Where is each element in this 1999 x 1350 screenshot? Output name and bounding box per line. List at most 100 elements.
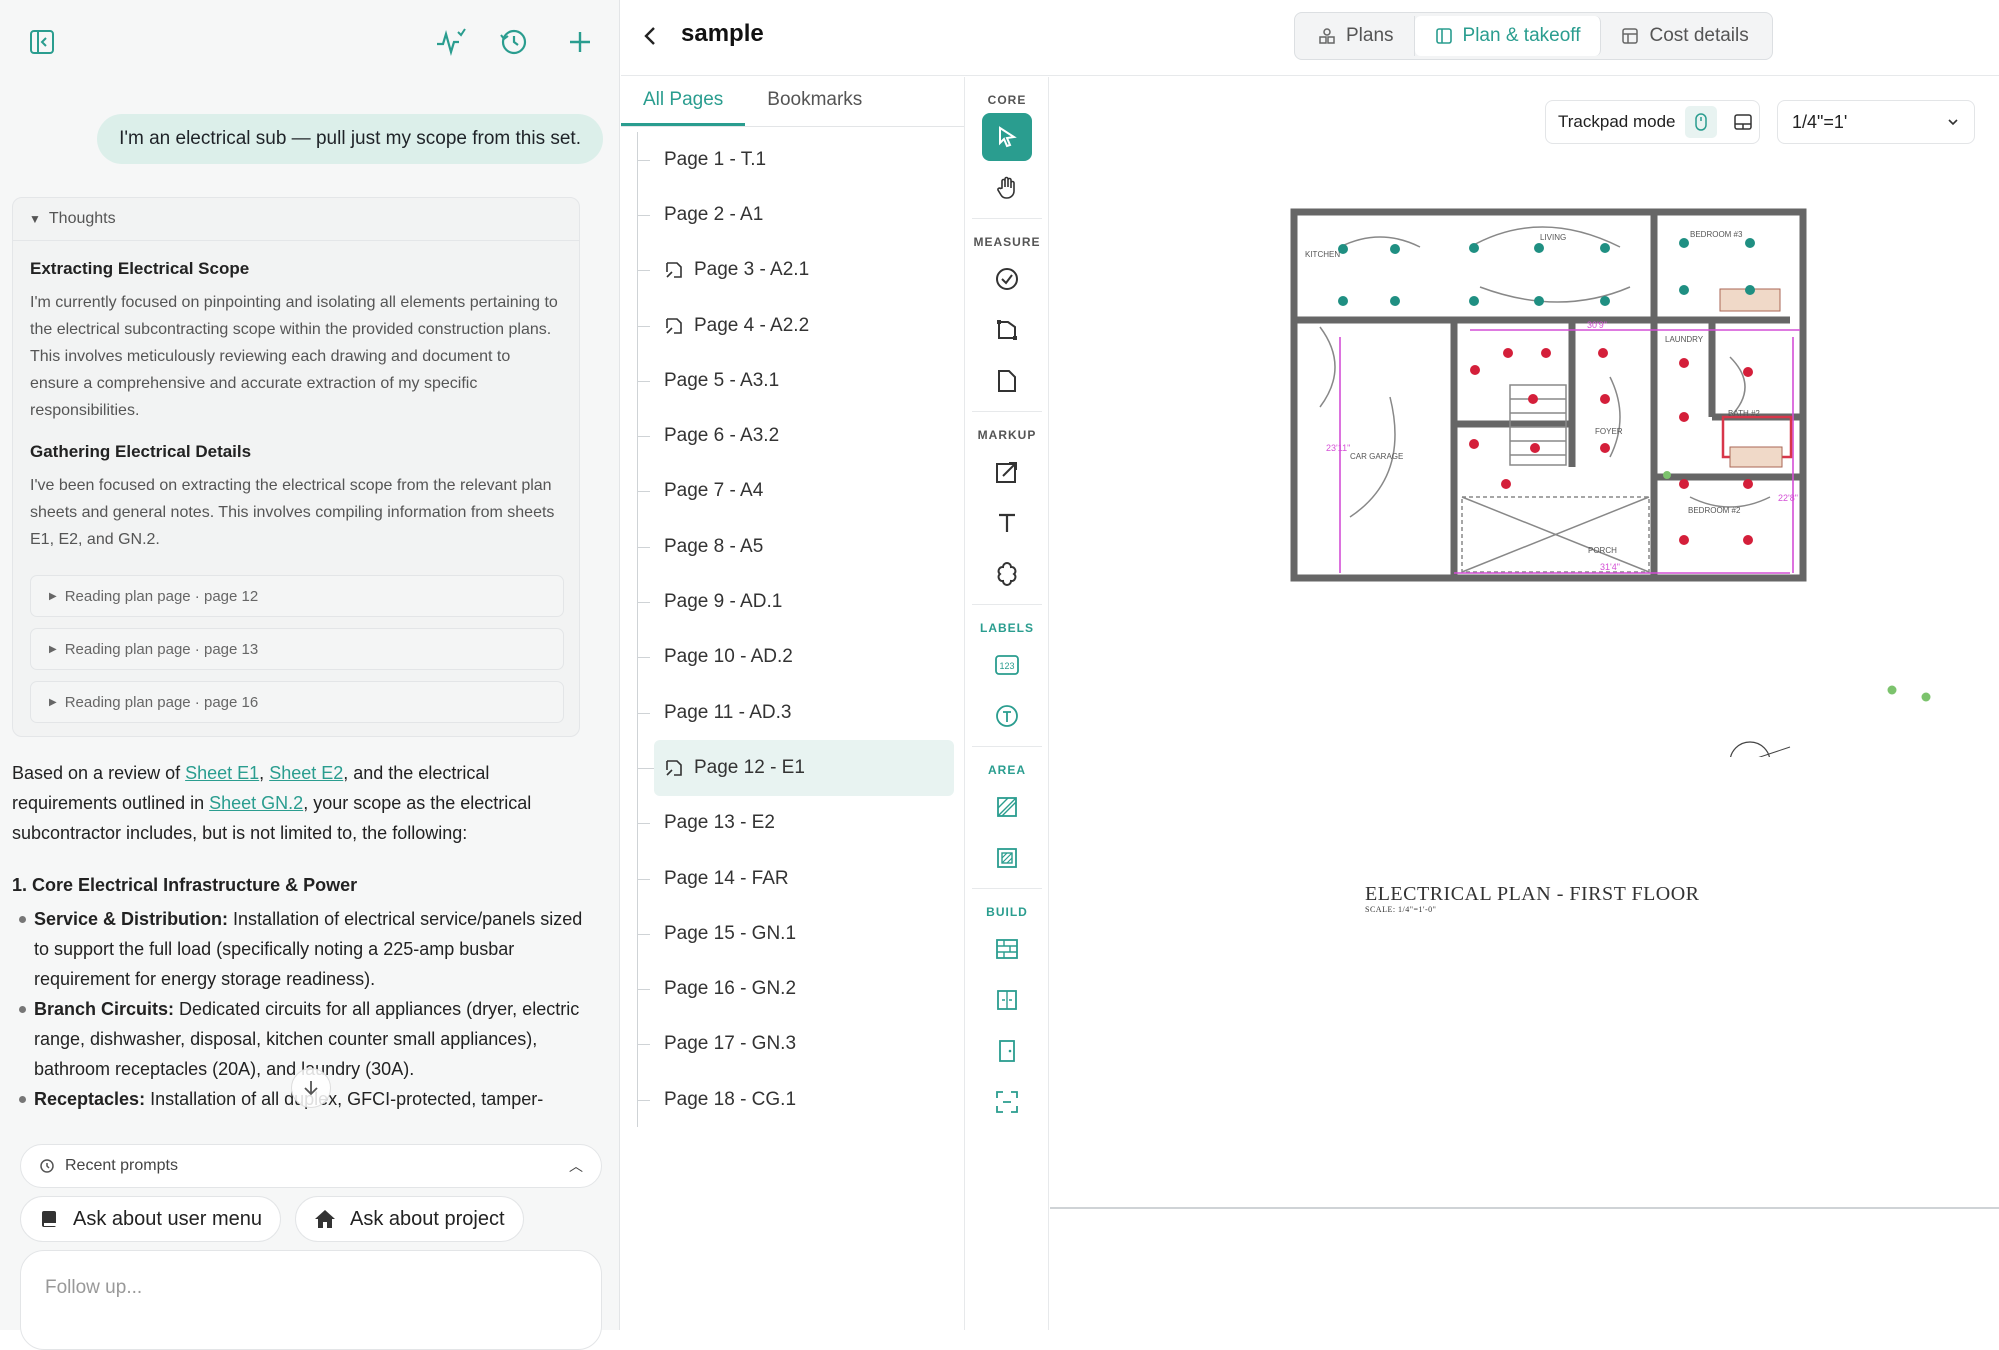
thoughts-toggle[interactable]: ▼ Thoughts [13,198,579,241]
area-measure-button[interactable] [982,357,1032,405]
back-button[interactable] [631,16,671,56]
pan-tool-button[interactable] [982,164,1032,212]
tab-cost-details[interactable]: Cost details [1601,16,1768,56]
page-markup-icon-wrap [664,758,684,778]
sheet-e1-link[interactable]: Sheet E1 [185,763,259,783]
divider [972,888,1042,889]
cloud-tool-button[interactable] [982,550,1032,598]
dimension-label: 30'9" [1587,320,1607,330]
page-item[interactable]: Page 2 - A1 [638,187,957,242]
scroll-down-button[interactable] [291,1068,331,1108]
tab-all-pages[interactable]: All Pages [621,77,746,126]
room-label: PORCH [1588,546,1617,555]
thought-body: I'm currently focused on pinpointing and… [30,294,558,419]
page-item[interactable]: Page 8 - A5 [638,519,957,574]
frame-corners-icon [996,1091,1018,1113]
page-item[interactable]: Page 9 - AD.1 [638,574,957,629]
sheet-edge [1050,1207,1999,1209]
interior-detail [1319,226,1771,573]
page-item-label: Page 12 - E1 [694,756,805,778]
area-hatch-button[interactable] [982,783,1032,831]
window-tool-button[interactable] [982,976,1032,1024]
chip-label: Ask about project [350,1207,505,1230]
tool-call-label: Reading plan page · page 13 [64,640,259,658]
count-tool-button[interactable] [982,255,1032,303]
ask-user-menu-chip[interactable]: Ask about user menu [20,1196,281,1242]
recent-prompts-toggle[interactable]: Recent prompts ︿ [20,1144,602,1188]
activity-icon [437,28,466,56]
followup-input[interactable]: Follow up... [20,1250,602,1350]
text-tool-button[interactable] [982,499,1032,547]
new-chat-button[interactable] [560,22,600,62]
chat-panel: I'm an electrical sub — pull just my sco… [0,0,620,1350]
page-item[interactable]: Page 11 - AD.3 [638,685,957,740]
tab-label: Cost details [1649,25,1749,46]
page-item[interactable]: Page 14 - FAR [638,851,957,906]
exterior-walls [1290,208,1807,582]
tool-call-item[interactable]: ▶ Reading plan page · page 16 [30,681,564,723]
page-item[interactable]: Page 4 - A2.2 [638,298,957,353]
text-label-button[interactable] [982,692,1032,740]
plan-sheet-title: ELECTRICAL PLAN - FIRST FLOOR SCALE: 1/4… [1365,883,1700,914]
page-item-label: Page 3 - A2.1 [694,259,810,281]
number-label-button[interactable]: 123 [982,641,1032,689]
wall-tool-button[interactable] [982,925,1032,973]
page-item[interactable]: Page 15 - GN.1 [638,906,957,961]
page-item-label: Page 8 - A5 [664,535,764,557]
bullet-text: Installation of all duplex, GFCI-protect… [145,1089,544,1109]
number-tag-icon: 123 [995,655,1019,675]
page-item[interactable]: Page 5 - A3.1 [638,353,957,408]
check-circle-icon [996,268,1018,290]
home-icon [315,1210,335,1228]
page-item[interactable]: Page 3 - A2.1 [638,243,957,298]
page-item[interactable]: Page 18 - CG.1 [638,1072,957,1127]
page-item[interactable]: Page 10 - AD.2 [638,630,957,685]
room-tool-button[interactable] [982,1078,1032,1126]
trackpad-label: Trackpad mode [1558,112,1676,131]
ask-project-chip[interactable]: Ask about project [295,1196,524,1242]
tab-bookmarks[interactable]: Bookmarks [745,77,884,126]
answer-text: , [259,763,270,783]
tool-call-item[interactable]: ▶ Reading plan page · page 12 [30,575,564,617]
mouse-mode-button[interactable] [1685,106,1718,138]
page-item[interactable]: Page 12 - E1 [638,740,954,796]
page-item-label: Page 16 - GN.2 [664,978,797,1000]
thought-title: Gathering Electrical Details [30,442,252,461]
page-item[interactable]: Page 1 - T.1 [638,132,957,187]
triangle-right-icon: ▶ [49,643,57,655]
select-tool-button[interactable] [982,113,1032,161]
electrical-floor-plan: 30'9" 23'11" 31'4" 22'8" LIVING KITCHEN … [1290,208,1931,757]
text-circle-icon [996,705,1018,727]
tab-plan-takeoff[interactable]: Plan & takeoff [1414,16,1602,56]
plan-canvas[interactable]: Trackpad mode 1/4"=1' 30'9" 23'11" 31'4"… [1050,77,1999,1330]
bullet-bold: Service & Distribution: [34,909,229,929]
answer-text: Based on a review of [12,763,186,783]
page-item[interactable]: Page 7 - A4 [638,464,957,519]
collapse-sidebar-button[interactable] [22,22,62,62]
door-icon [999,1040,1015,1062]
history-button[interactable] [494,22,534,62]
plan-scale-note: SCALE: 1/4"=1'-0" [1365,905,1437,914]
activity-button[interactable] [430,22,470,62]
page-item-label: Page 4 - A2.2 [694,314,810,336]
sheet-e2-link[interactable]: Sheet E2 [269,763,343,783]
page-item[interactable]: Page 6 - A3.2 [638,408,957,463]
page-item[interactable]: Page 13 - E2 [638,796,957,851]
tab-plans[interactable]: Plans [1298,16,1415,56]
markup-arrow-button[interactable] [982,448,1032,496]
answer-section-title: 1. Core Electrical Infrastructure & Powe… [12,875,358,895]
bullet-bold: Branch Circuits: [34,999,175,1019]
document-icon [998,370,1016,392]
page-item[interactable]: Page 16 - GN.2 [638,961,957,1016]
thought-title: Extracting Electrical Scope [30,259,250,278]
door-tool-button[interactable] [982,1027,1032,1075]
area-fill-button[interactable] [982,834,1032,882]
divider [972,218,1042,219]
followup-placeholder: Follow up... [45,1277,143,1298]
sheet-gn2-link[interactable]: Sheet GN.2 [209,793,303,813]
linear-measure-button[interactable] [982,306,1032,354]
tool-call-item[interactable]: ▶ Reading plan page · page 13 [30,628,564,670]
chip-label: Ask about user menu [73,1207,262,1230]
trackpad-mode-button[interactable] [1727,106,1759,138]
page-item[interactable]: Page 17 - GN.3 [638,1017,957,1072]
